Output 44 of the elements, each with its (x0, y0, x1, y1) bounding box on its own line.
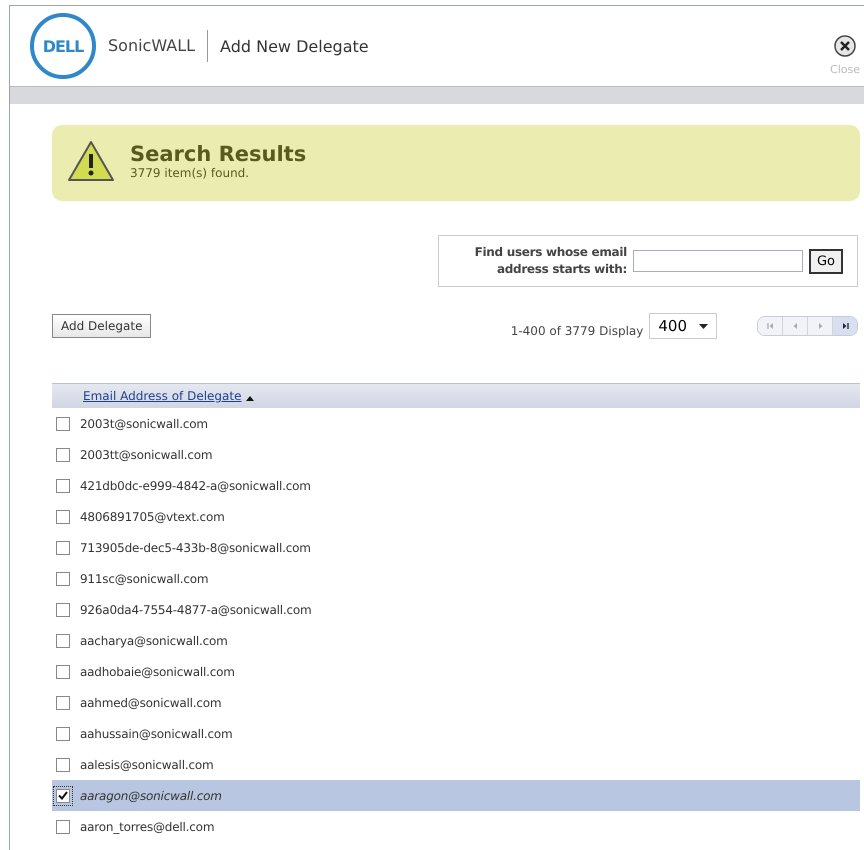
email-address: 926a0da4-7554-4877-a@sonicwall.com (80, 602, 312, 616)
email-address: aaragon@sonicwall.com (80, 788, 222, 802)
search-label: Find users whose email address starts with: (474, 244, 627, 278)
email-address: aalesis@sonicwall.com (80, 758, 214, 772)
row-checkbox[interactable] (56, 634, 70, 648)
sort-ascending-icon[interactable] (246, 396, 254, 400)
alert-title: Search Results (130, 142, 306, 166)
row-checkbox[interactable] (56, 510, 70, 524)
alert-message: 3779 item(s) found. (130, 166, 250, 180)
dialog-title: Add New Delegate (220, 36, 370, 56)
add-delegate-button[interactable]: Add Delegate (52, 314, 152, 338)
column-header-link[interactable]: Email Address of Delegate (83, 389, 242, 403)
row-checkbox[interactable] (56, 664, 70, 678)
email-address: aaron_torres@dell.com (80, 820, 214, 834)
range-label: 1-400 of 3779 Display (510, 324, 644, 338)
caret-icon (699, 324, 708, 328)
row-checkbox[interactable] (56, 572, 70, 586)
email-address: 911sc@sonicwall.com (80, 572, 208, 586)
warning-icon (66, 139, 116, 183)
email-address: aadhobaie@sonicwall.com (80, 664, 235, 678)
brand-name: SonicWALL (108, 30, 208, 62)
email-address: aahmed@sonicwall.com (80, 696, 222, 710)
row-checkbox[interactable] (56, 448, 70, 462)
logo: DELL (30, 13, 96, 79)
row-checkbox[interactable] (56, 478, 70, 492)
email-address: 2003tt@sonicwall.com (80, 448, 212, 462)
close-icon[interactable] (834, 34, 856, 56)
email-address: 421db0dc-e999-4842-a@sonicwall.com (80, 478, 311, 492)
row-checkbox[interactable] (56, 758, 70, 772)
email-address: aacharya@sonicwall.com (80, 634, 228, 648)
row-checkbox[interactable] (56, 602, 70, 616)
row-checkbox[interactable] (56, 696, 70, 710)
last-page-icon[interactable] (840, 322, 850, 330)
page-size-dropdown[interactable]: 400 (649, 313, 717, 339)
row-checkbox[interactable] (56, 416, 70, 430)
row-checkbox[interactable] (56, 726, 70, 740)
go-button[interactable]: Go (808, 248, 843, 274)
email-address: aahussain@sonicwall.com (80, 726, 233, 740)
email-address: 4806891705@vtext.com (80, 510, 225, 524)
row-checkbox[interactable] (56, 540, 70, 554)
email-address: 2003t@sonicwall.com (80, 416, 208, 430)
row-checkbox[interactable] (56, 820, 70, 834)
search-field[interactable] (632, 250, 803, 272)
email-address: 713905de-dec5-433b-8@sonicwall.com (80, 540, 311, 554)
